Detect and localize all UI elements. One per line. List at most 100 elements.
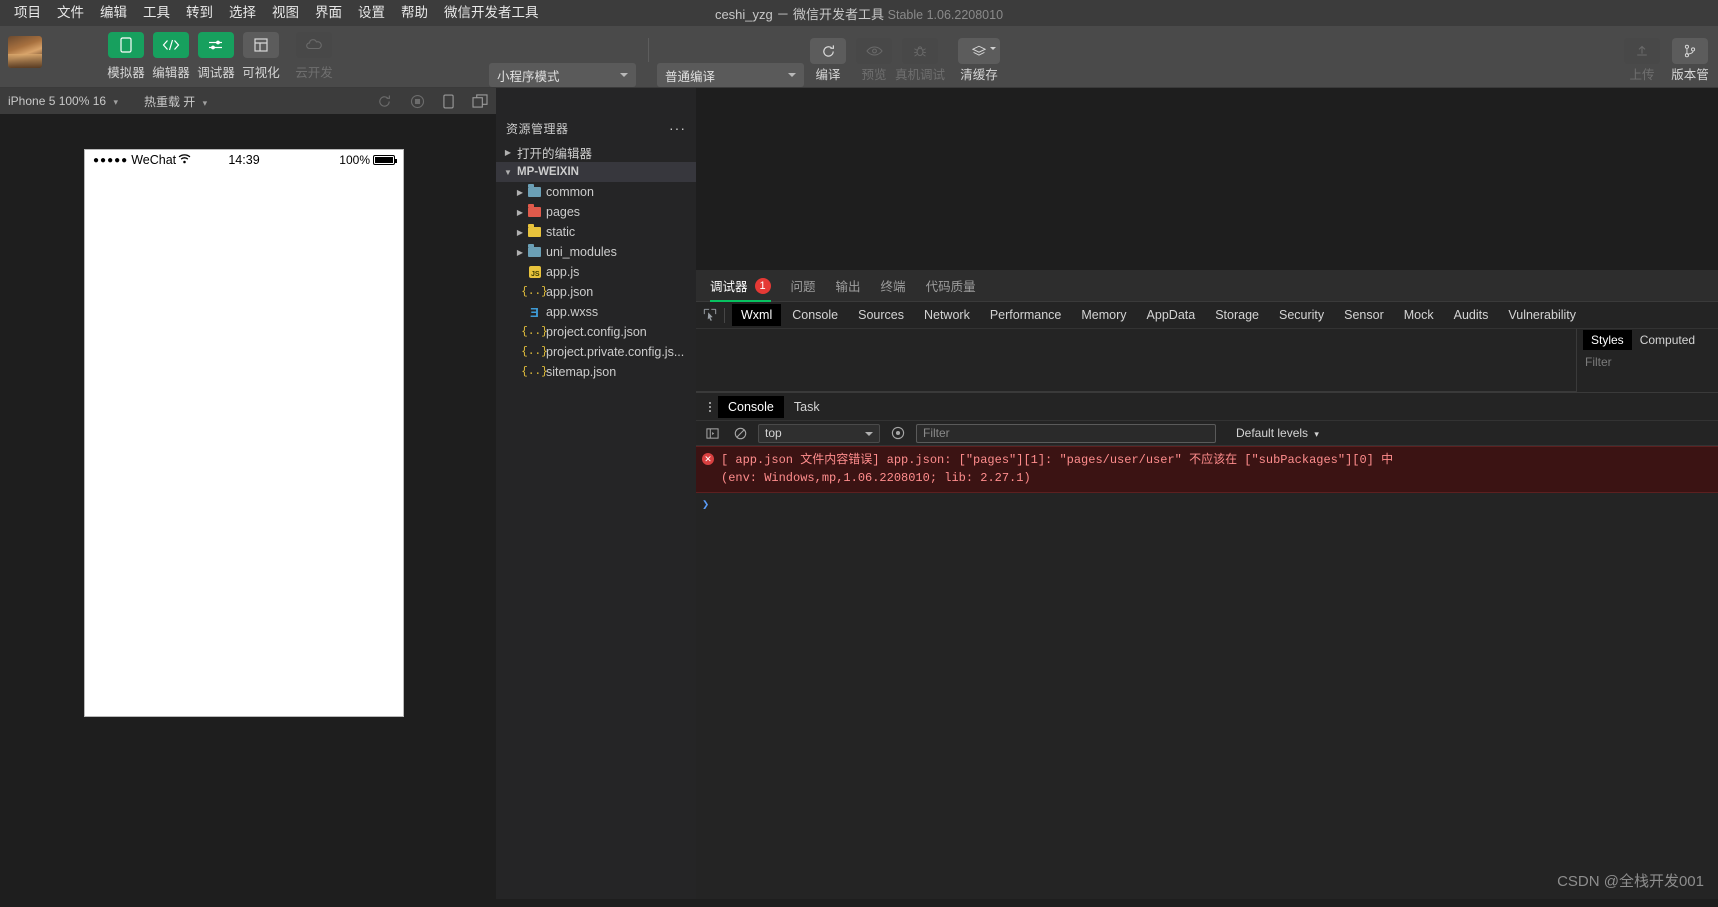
drawer-tab-console[interactable]: Console <box>718 395 784 418</box>
clear-console-icon[interactable] <box>730 423 750 443</box>
console-levels-select[interactable]: Default levels ▾ <box>1236 426 1319 440</box>
console-settings-eye-icon[interactable] <box>888 423 908 443</box>
menu-item-select[interactable]: 选择 <box>221 3 264 23</box>
clear-cache-button[interactable] <box>958 38 1000 64</box>
explorer-more-button[interactable]: ··· <box>669 120 686 136</box>
more-options-icon[interactable] <box>702 401 718 412</box>
title-bar: 项目 文件 编辑 工具 转到 选择 视图 界面 设置 帮助 微信开发者工具 ce… <box>0 0 1718 26</box>
console-error-line-1: [ app.json 文件内容错误] app.json: ["pages"][1… <box>721 453 1394 467</box>
tree-section-open-editors[interactable]: ▶ 打开的编辑器 <box>496 142 696 162</box>
version-control-label: 版本管 <box>1671 68 1709 82</box>
chevron-down-icon: ▾ <box>1314 429 1319 439</box>
mode-select[interactable]: 小程序模式 <box>489 63 636 87</box>
tree-item-project-config[interactable]: ▶ {..} project.config.json <box>496 322 696 342</box>
console-filter-input[interactable]: Filter <box>916 423 1216 443</box>
computed-tab[interactable]: Computed <box>1632 330 1703 350</box>
device-icon[interactable] <box>443 94 454 109</box>
debugger-label: 调试器 <box>197 66 235 80</box>
tree-item-app-json[interactable]: ▶ {..} app.json <box>496 282 696 302</box>
toolbar-divider-1 <box>648 38 649 62</box>
panel-tab-wxml[interactable]: Wxml <box>732 304 782 326</box>
real-device-debug-button[interactable] <box>902 38 938 64</box>
upload-button[interactable] <box>1624 38 1660 64</box>
tab-debugger[interactable]: 调试器 1 <box>710 270 771 302</box>
tab-problems[interactable]: 问题 <box>791 270 816 302</box>
detach-icon[interactable] <box>472 94 488 108</box>
console-sidebar-toggle-icon[interactable] <box>702 423 722 443</box>
hot-reload-select[interactable]: 热重载 开 ▾ <box>118 93 207 110</box>
menu-item-file[interactable]: 文件 <box>49 3 92 23</box>
cloud-dev-button[interactable] <box>296 32 332 58</box>
tab-code-quality[interactable]: 代码质量 <box>926 270 976 302</box>
device-select[interactable]: iPhone 5 100% 16 ▾ <box>0 94 118 108</box>
panel-tab-vulnerability[interactable]: Vulnerability <box>1499 304 1585 326</box>
inspect-element-icon[interactable] <box>696 302 724 329</box>
code-icon <box>162 39 180 51</box>
styles-pane-tabs: Styles Computed <box>1577 329 1718 351</box>
tab-output-label: 输出 <box>835 280 861 294</box>
preview-button[interactable] <box>856 38 892 64</box>
tree-item-uni-modules[interactable]: ▶ uni_modules <box>496 242 696 262</box>
phone-status-bar: ●●●●● WeChat 14:39 100% <box>85 150 403 170</box>
menu-item-project[interactable]: 项目 <box>6 3 49 23</box>
version-control-button[interactable] <box>1672 38 1708 64</box>
console-context-select[interactable]: top <box>758 423 880 443</box>
compile-button[interactable] <box>810 38 846 64</box>
console-prompt-row[interactable]: ❯ <box>696 493 1718 516</box>
panel-tab-memory[interactable]: Memory <box>1072 304 1135 326</box>
panel-tab-storage[interactable]: Storage <box>1206 304 1268 326</box>
menu-item-devtools[interactable]: 微信开发者工具 <box>436 3 547 23</box>
menu-item-goto[interactable]: 转到 <box>178 3 221 23</box>
tree-item-label: project.config.json <box>546 325 647 339</box>
panel-tab-sources[interactable]: Sources <box>849 304 913 326</box>
panel-tab-network[interactable]: Network <box>915 304 979 326</box>
project-logo[interactable] <box>8 36 42 68</box>
phone-simulator[interactable]: ●●●●● WeChat 14:39 100% <box>84 149 404 717</box>
wxml-tree-area[interactable] <box>696 329 1576 392</box>
rotate-icon[interactable] <box>377 94 392 109</box>
tree-item-label: sitemap.json <box>546 365 617 379</box>
editor-toggle-button[interactable] <box>153 32 189 58</box>
json-file-icon: {..} <box>521 346 548 358</box>
simulator-toggle-button[interactable] <box>108 32 144 58</box>
tab-output[interactable]: 输出 <box>836 270 861 302</box>
tree-item-label: app.js <box>546 265 580 279</box>
panel-tab-security[interactable]: Security <box>1270 304 1333 326</box>
battery-indicator: 100% <box>339 153 397 167</box>
panel-tab-sensor[interactable]: Sensor <box>1335 304 1393 326</box>
tree-item-common[interactable]: ▶ common <box>496 182 696 202</box>
cloud-dev-label: 云开发 <box>295 66 333 80</box>
tree-item-label: project.private.config.js... <box>546 345 685 359</box>
tab-debugger-label: 调试器 <box>710 280 748 294</box>
styles-filter-input[interactable]: Filter <box>1585 355 1718 369</box>
compile-select-value: 普通编译 <box>665 69 716 84</box>
styles-tab[interactable]: Styles <box>1583 330 1632 350</box>
menu-item-help[interactable]: 帮助 <box>393 3 436 23</box>
console-message-error[interactable]: ✕ [ app.json 文件内容错误] app.json: ["pages"]… <box>696 446 1718 493</box>
tree-item-pages[interactable]: ▶ pages <box>496 202 696 222</box>
panel-tab-console[interactable]: Console <box>783 304 847 326</box>
menu-item-settings[interactable]: 设置 <box>350 3 393 23</box>
tree-root-mp-weixin[interactable]: ▼ MP-WEIXIN <box>496 162 696 182</box>
debugger-toggle-button[interactable] <box>198 32 234 58</box>
record-icon[interactable] <box>410 94 425 109</box>
tree-item-project-private-config[interactable]: ▶ {..} project.private.config.js... <box>496 342 696 362</box>
panel-tab-appdata[interactable]: AppData <box>1138 304 1205 326</box>
menu-item-view[interactable]: 视图 <box>264 3 307 23</box>
menu-item-interface[interactable]: 界面 <box>307 3 350 23</box>
panel-tab-audits[interactable]: Audits <box>1445 304 1498 326</box>
menu-item-edit[interactable]: 编辑 <box>92 3 135 23</box>
visual-toggle-button[interactable] <box>243 32 279 58</box>
tree-item-app-wxss[interactable]: ▶ Ǝ app.wxss <box>496 302 696 322</box>
tree-item-static[interactable]: ▶ static <box>496 222 696 242</box>
panel-tab-mock[interactable]: Mock <box>1395 304 1443 326</box>
compile-select[interactable]: 普通编译 <box>657 63 804 87</box>
tab-terminal[interactable]: 终端 <box>881 270 906 302</box>
menu-item-tools[interactable]: 工具 <box>135 3 178 23</box>
js-file-icon: JS <box>526 266 543 278</box>
tree-item-app-js[interactable]: ▶ JS app.js <box>496 262 696 282</box>
toolbar-simulator-wrap: 模拟器 <box>107 32 145 80</box>
drawer-tab-task[interactable]: Task <box>784 396 830 418</box>
panel-tab-performance[interactable]: Performance <box>981 304 1071 326</box>
tree-item-sitemap-json[interactable]: ▶ {..} sitemap.json <box>496 362 696 382</box>
